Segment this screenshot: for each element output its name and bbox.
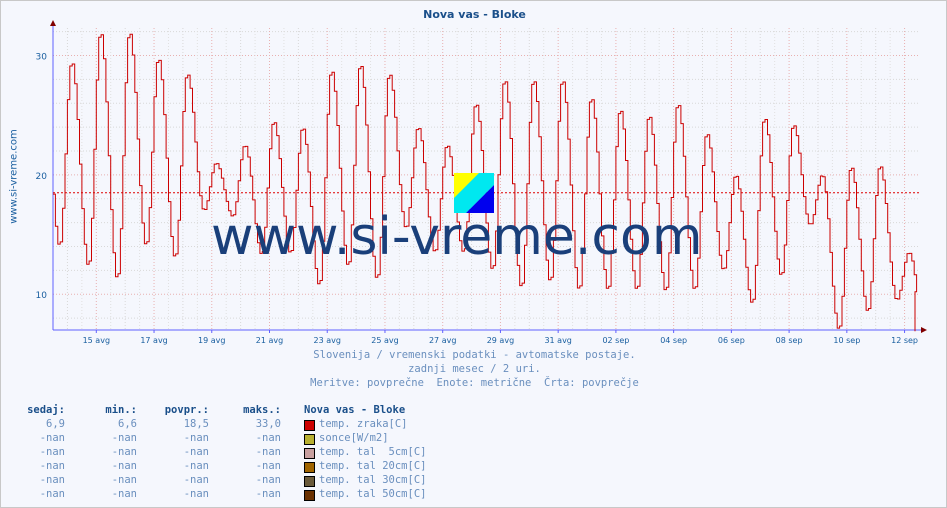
cell-avg: -nan [183, 446, 209, 458]
cell-max: -nan [255, 446, 281, 458]
cell-now: -nan [39, 460, 65, 472]
x-tick-label: 29 avg [487, 336, 514, 345]
x-tick-label: 19 avg [198, 336, 225, 345]
x-tick-label: 15 avg [83, 336, 110, 345]
header-avg: povpr.: [164, 404, 209, 416]
info-line-3: Meritve: povprečne Enote: metrične Črta:… [310, 377, 639, 389]
cell-now: -nan [39, 474, 65, 486]
cell-max: 33,0 [255, 418, 281, 430]
x-tick-label: 25 avg [371, 336, 398, 345]
y-tick-label: 30 [36, 52, 48, 62]
cell-avg: -nan [183, 488, 209, 500]
cell-min: -nan [111, 488, 137, 500]
header-min: min.: [105, 404, 137, 416]
legend-swatch [304, 434, 315, 445]
cell-max: -nan [255, 460, 281, 472]
legend-swatch [304, 448, 315, 459]
legend-label: temp. tal 50cm[C] [319, 488, 427, 500]
legend-swatch [304, 490, 315, 501]
y-tick-label: 20 [36, 172, 48, 182]
cell-avg: 18,5 [183, 418, 209, 430]
legend-label: temp. zraka[C] [319, 418, 408, 430]
x-tick-label: 17 avg [140, 336, 167, 345]
watermark: www.si-vreme.com [211, 207, 703, 267]
cell-now: 6,9 [46, 418, 65, 430]
chart-window: Nova vas - Bloke www.si-vreme.com 10 20 30… [0, 0, 947, 508]
x-tick-label: 06 sep [718, 336, 745, 345]
legend-swatch [304, 462, 315, 473]
x-tick-label: 12 sep [891, 336, 918, 345]
cell-min: 6,6 [118, 418, 137, 430]
header-max: maks.: [243, 404, 281, 416]
x-tick-label: 10 sep [833, 336, 860, 345]
cell-min: -nan [111, 474, 137, 486]
legend-label: temp. tal 30cm[C] [319, 474, 427, 486]
x-tick-label: 08 sep [776, 336, 803, 345]
legend-label: temp. tal 5cm[C] [319, 446, 427, 458]
legend-swatch [304, 420, 315, 431]
cell-min: -nan [111, 446, 137, 458]
legend-label: temp. tal 20cm[C] [319, 460, 427, 472]
info-line-1: Slovenija / vremenski podatki - avtomats… [313, 349, 636, 361]
y-tick-label: 10 [36, 291, 48, 301]
cell-avg: -nan [183, 474, 209, 486]
cell-max: -nan [255, 474, 281, 486]
cell-avg: -nan [183, 460, 209, 472]
x-tick-label: 02 sep [602, 336, 629, 345]
plot-area: 10 20 30 15 avg 17 avg 19 avg 21 avg 23 avg 25 a… [36, 20, 927, 345]
legend-label: sonce[W/m2] [319, 432, 389, 444]
cell-now: -nan [39, 432, 65, 444]
cell-avg: -nan [183, 432, 209, 444]
cell-min: -nan [111, 432, 137, 444]
header-station: Nova vas - Bloke [304, 404, 406, 416]
x-tick-label: 04 sep [660, 336, 687, 345]
x-tick-label: 27 avg [429, 336, 456, 345]
y-axis-arrow [50, 20, 56, 26]
x-tick-label: 23 avg [314, 336, 341, 345]
cell-now: -nan [39, 488, 65, 500]
cell-max: -nan [255, 488, 281, 500]
x-axis-arrow [921, 327, 927, 333]
cell-now: -nan [39, 446, 65, 458]
header-now: sedaj: [27, 404, 65, 416]
x-tick-label: 21 avg [256, 336, 283, 345]
cell-min: -nan [111, 460, 137, 472]
legend-swatch [304, 476, 315, 487]
x-tick-label: 31 avg [544, 336, 571, 345]
cell-max: -nan [255, 432, 281, 444]
info-line-2: zadnji mesec / 2 uri. [408, 363, 541, 375]
